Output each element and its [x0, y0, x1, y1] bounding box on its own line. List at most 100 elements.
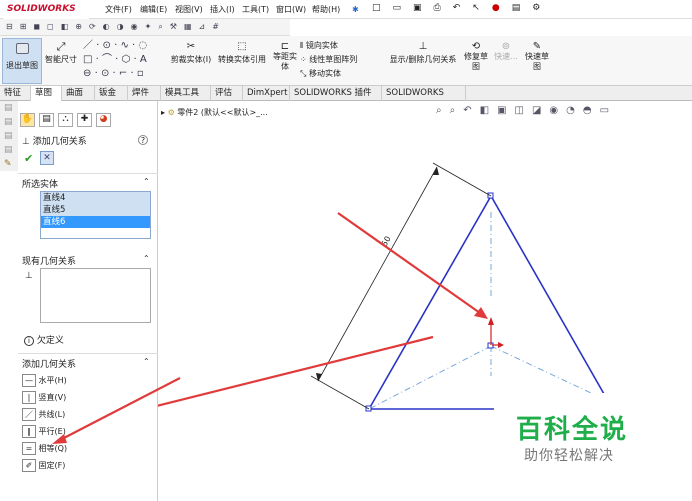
config-manager-icon[interactable]: ⛬ — [58, 113, 73, 127]
list-item[interactable]: 直线5 — [41, 204, 150, 216]
ellipse-icon[interactable]: ◌ — [138, 40, 147, 51]
pin-icon[interactable]: ✱ — [352, 0, 359, 19]
selected-entities-list[interactable]: 直线4 直线5 直线6 — [40, 191, 151, 239]
grid-icon[interactable]: # — [212, 22, 219, 32]
collapse-icon[interactable]: ⌃ — [143, 357, 150, 366]
menu-tools[interactable]: 工具(T) — [242, 0, 269, 19]
tools-icon[interactable]: ⚒ — [170, 22, 177, 32]
pushpin-icon[interactable]: ✕ — [40, 151, 54, 165]
select-icon[interactable]: ↖ — [472, 3, 480, 16]
tab-mbd[interactable]: SOLIDWORKS MBD — [382, 86, 466, 113]
move-entities-button[interactable]: ⤡ 移动实体 — [300, 67, 382, 81]
menu-view[interactable]: 视图(V) — [175, 0, 203, 19]
arc-icon[interactable]: ⌒ — [102, 54, 112, 65]
trim-label: 剪裁实体(I) — [170, 55, 212, 64]
relation-horizontal-button[interactable]: — 水平(H) — [22, 372, 67, 389]
sketch-grid-icon[interactable]: ⊞ — [20, 22, 27, 32]
menu-file[interactable]: 文件(F) — [105, 0, 132, 19]
plane-icon[interactable]: ▫ — [137, 68, 144, 79]
appearance-icon[interactable]: ◐ — [103, 22, 110, 32]
collapse-icon[interactable]: ⌃ — [143, 254, 150, 263]
menu-window[interactable]: 窗口(W) — [276, 0, 306, 19]
linear-pattern-button[interactable]: ⁘ 线性草图阵列 — [300, 53, 382, 67]
trim-entities-button[interactable]: ✂ 剪裁实体(I) — [166, 38, 216, 84]
view-orient-icon[interactable]: ⊟ — [6, 22, 13, 32]
save-icon[interactable]: ▣ — [413, 3, 422, 16]
relation-buttons: — 水平(H) | 竖直(V) ／ 共线(L) ∥ 平行(E) = 相等(Q) … — [22, 372, 67, 474]
line-icon[interactable]: ／ — [83, 40, 93, 51]
quick-snaps-button[interactable]: ⊚ 快速... — [492, 38, 520, 84]
display-manager-icon[interactable]: ◕ — [96, 113, 111, 127]
relation-parallel-button[interactable]: ∥ 平行(E) — [22, 423, 67, 440]
tab-dimxpert[interactable]: DimXpert — [243, 86, 290, 101]
ok-check-icon[interactable]: ✔ — [24, 152, 33, 165]
smart-dimension-button[interactable]: ⤢ 智能尺寸 — [43, 38, 79, 84]
dimxpert-manager-icon[interactable]: ✚ — [77, 113, 92, 127]
section-icon[interactable]: ◧ — [61, 22, 69, 32]
relation-fix-button[interactable]: ✐ 固定(F) — [22, 457, 67, 474]
relation-equal-button[interactable]: = 相等(Q) — [22, 440, 67, 457]
offset-entities-button[interactable]: ⊏ 等距实 体 — [270, 38, 300, 84]
layer-icon[interactable]: ▦ — [184, 22, 192, 32]
property-manager: ▤ ▤ ▤ ▤ ✎ ✋ ▤ ⛬ ✚ ◕ ⊥ 添加几何关系 ? ✔ ✕ 所选实体 ⌃ 直线… — [0, 101, 158, 501]
zoom-fit-icon[interactable]: ⊕ — [75, 22, 82, 32]
add-relations-header[interactable]: 添加几何关系 — [22, 357, 76, 370]
new-file-icon[interactable]: □ — [372, 3, 381, 16]
open-file-icon[interactable]: ▭ — [393, 3, 402, 16]
menu-help[interactable]: 帮助(H) — [312, 0, 340, 19]
relation-collinear-button[interactable]: ／ 共线(L) — [22, 406, 67, 423]
dimension-line[interactable] — [317, 166, 438, 382]
selected-entities-header[interactable]: 所选实体 — [22, 177, 58, 190]
help-icon[interactable]: ? — [138, 135, 148, 145]
print-icon[interactable]: ⎙ — [434, 3, 441, 16]
existing-relations-header[interactable]: 现有几何关系 — [22, 254, 76, 267]
spline-icon[interactable]: ∿ — [120, 40, 128, 51]
display-relations-button[interactable]: ⊥ 显示/删除几何关系 — [386, 38, 460, 84]
collapse-icon[interactable]: ⌃ — [143, 177, 150, 186]
tab-sheet-metal[interactable]: 钣金 — [95, 86, 128, 101]
tab-mold-tools[interactable]: 模具工具 — [161, 86, 211, 101]
sketch-line-5[interactable] — [490, 195, 609, 402]
measure-icon[interactable]: ⊿ — [199, 22, 206, 32]
rectangle-icon[interactable]: □ — [83, 54, 92, 65]
lights-icon[interactable]: ✦ — [145, 22, 152, 32]
polygon-icon[interactable]: ⬡ — [122, 54, 131, 65]
rotate-icon[interactable]: ⟳ — [89, 22, 96, 32]
rapid-sketch-button[interactable]: ✎ 快速草 图 — [522, 38, 552, 84]
wireframe-icon[interactable]: ◻ — [47, 22, 54, 32]
pattern-label: 线性草图阵列 — [309, 55, 358, 64]
list-item[interactable]: 直线4 — [41, 192, 150, 204]
property-manager-icon[interactable]: ▤ — [39, 113, 54, 127]
rebuild-icon[interactable]: ● — [492, 3, 500, 16]
mirror-entities-button[interactable]: ⫴ 镜向实体 — [300, 39, 382, 53]
tab-features[interactable]: 特征 — [0, 86, 31, 101]
menu-edit[interactable]: 编辑(E) — [140, 0, 167, 19]
list-item[interactable]: 直线6 — [41, 216, 150, 228]
repair-sketch-button[interactable]: ⟲ 修复草 图 — [462, 38, 490, 84]
options-icon[interactable]: ⚙ — [532, 3, 540, 16]
manager-tabs: ✋ ▤ ⛬ ✚ ◕ — [20, 113, 138, 129]
point-icon[interactable]: ⊙ — [101, 68, 109, 79]
tab-addins[interactable]: SOLIDWORKS 插件 — [290, 86, 382, 101]
search-icon[interactable]: ⌕ — [158, 22, 162, 32]
text-icon[interactable]: A — [140, 54, 147, 65]
relation-vertical-button[interactable]: | 竖直(V) — [22, 389, 67, 406]
camera-icon[interactable]: ◉ — [131, 22, 138, 32]
mirror-label: 镜向实体 — [305, 41, 338, 50]
convert-entities-button[interactable]: ⬚ 转换实体引用 — [216, 38, 268, 84]
fillet-icon[interactable]: ⌐ — [119, 68, 127, 79]
circle-icon[interactable]: ⊙ — [103, 40, 111, 51]
menu-insert[interactable]: 插入(I) — [210, 0, 235, 19]
feature-manager-icon[interactable]: ✋ — [20, 113, 35, 127]
slot-icon[interactable]: ⊖ — [83, 68, 91, 79]
shaded-icon[interactable]: ◼ — [33, 22, 40, 32]
tab-surfaces[interactable]: 曲面 — [62, 86, 95, 101]
existing-relations-list[interactable] — [40, 268, 151, 323]
tab-evaluate[interactable]: 评估 — [211, 86, 243, 101]
tab-weldments[interactable]: 焊件 — [128, 86, 161, 101]
scene-icon[interactable]: ◑ — [117, 22, 124, 32]
exit-sketch-button[interactable]: 退出草图 — [2, 38, 42, 84]
undo-icon[interactable]: ↶ — [453, 3, 461, 16]
file-props-icon[interactable]: ▤ — [512, 3, 521, 16]
tab-sketch[interactable]: 草图 — [31, 86, 62, 101]
